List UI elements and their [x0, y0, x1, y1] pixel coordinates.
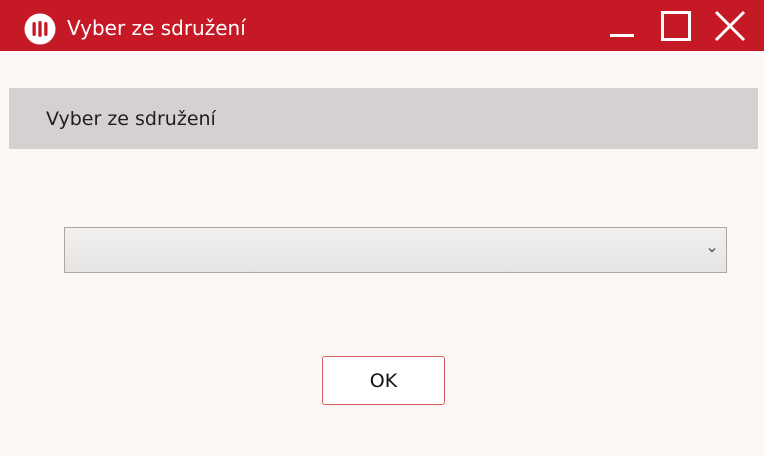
close-button[interactable]: [706, 0, 754, 51]
minimize-button[interactable]: [598, 0, 646, 51]
association-select[interactable]: [64, 227, 727, 273]
maximize-icon: [661, 10, 691, 41]
window-title: Vyber ze sdružení: [67, 16, 246, 40]
maximize-button[interactable]: [652, 0, 700, 51]
dialog-heading: Vyber ze sdružení: [46, 108, 216, 130]
ok-button[interactable]: OK: [322, 356, 445, 405]
chevron-down-icon: [708, 248, 716, 253]
title-bar: Vyber ze sdružení: [0, 0, 764, 51]
dialog-header: Vyber ze sdružení: [9, 88, 758, 149]
minimize-icon: [610, 33, 634, 37]
close-icon: [714, 10, 746, 41]
app-logo-icon: [24, 13, 56, 45]
